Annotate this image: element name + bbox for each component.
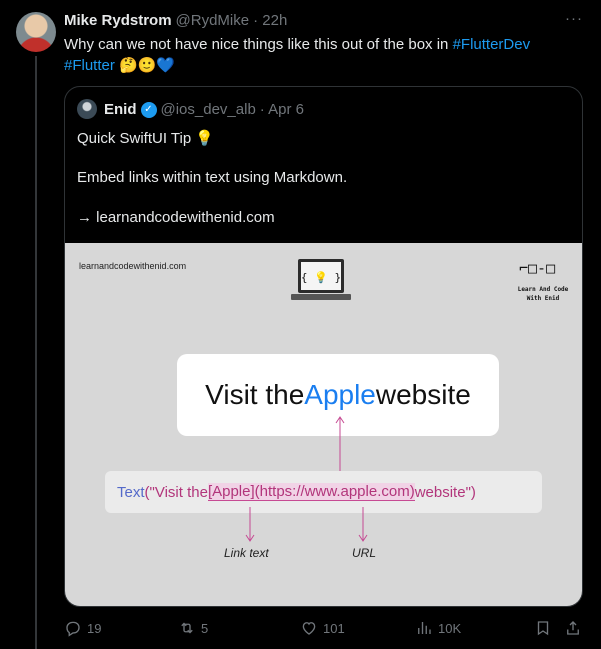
quote-author-name: Enid (104, 101, 137, 118)
tweet-text-body: Why can we not have nice things like thi… (64, 36, 453, 53)
preview-post: website (375, 379, 471, 410)
quote-media-image[interactable]: learnandcodewithenid.com { 💡 } ⌐□-□ Lear… (65, 243, 582, 606)
tweet-header: Mike Rydstrom @RydMike · 22h (64, 12, 287, 29)
repost-icon (181, 622, 193, 634)
brand-text: Learn And Code With Enid (517, 286, 569, 302)
bookmark-button[interactable] (534, 619, 552, 637)
quote-line-3: → learnandcodewithenid.com (77, 209, 275, 226)
reply-icon (66, 621, 80, 637)
laptop-icon: { 💡 } (291, 259, 351, 300)
preview-pre: Visit the (205, 379, 305, 410)
views-button[interactable]: 10K (415, 619, 461, 637)
quote-line-2: Embed links within text using Markdown. (77, 169, 348, 186)
quoted-tweet[interactable]: Enid ✓ @ios_dev_alb · Apr 6 Quick SwiftU… (64, 86, 583, 607)
heart-icon (302, 622, 316, 635)
repost-count: 5 (201, 620, 209, 636)
code-string-end: website" (414, 483, 471, 501)
quote-date: · Apr 6 (259, 101, 304, 118)
reply-button[interactable]: 19 (64, 619, 101, 637)
repost-button[interactable]: 5 (178, 619, 208, 637)
like-button[interactable]: 101 (300, 619, 345, 637)
share-button[interactable] (564, 619, 582, 637)
tweet-text: Why can we not have nice things like thi… (64, 34, 584, 76)
laptop-braces: { 💡 } (301, 271, 341, 284)
code-link-text: [Apple] (207, 483, 255, 501)
author-handle[interactable]: @RydMike (176, 12, 250, 29)
author-avatar[interactable] (16, 12, 56, 52)
views-count: 10K (438, 620, 462, 636)
quote-author-handle: @ios_dev_alb (160, 101, 256, 118)
author-name[interactable]: Mike Rydstrom (64, 12, 172, 29)
reply-count: 19 (87, 620, 102, 636)
preview-link: Apple (304, 379, 376, 410)
code-keyword: Text (117, 483, 145, 501)
like-count: 101 (323, 620, 345, 636)
quote-line-1: Quick SwiftUI Tip 💡 (77, 130, 215, 147)
share-icon (567, 621, 579, 635)
code-string-start: "Visit the (149, 483, 208, 501)
tweet-emoji: 🤔🙂💙 (119, 57, 176, 74)
action-bar: 19 5 101 10K (64, 619, 586, 639)
caption-url: URL (352, 546, 377, 560)
up-arrow-icon (335, 416, 345, 477)
down-arrow-icon (245, 507, 255, 542)
code-link-url: (https://www.apple.com) (254, 483, 415, 501)
code-close: ) (470, 483, 476, 501)
down-arrow-icon (358, 507, 368, 542)
code-snippet: Text("Visit the [Apple] (https://www.appl… (105, 471, 542, 513)
hashtag-flutterdev[interactable]: #FlutterDev (453, 36, 531, 53)
more-options-icon[interactable]: ··· (565, 10, 583, 27)
quote-author-avatar (77, 99, 97, 119)
views-chart-icon (418, 622, 431, 634)
media-site-label: learnandcodewithenid.com (79, 261, 187, 271)
caption-link-text: Link text (224, 546, 269, 560)
hashtag-flutter[interactable]: #Flutter (64, 57, 115, 74)
verified-badge-icon: ✓ (140, 101, 157, 118)
tweet-time[interactable]: · 22h (253, 12, 287, 29)
quote-header: Enid ✓ @ios_dev_alb · Apr 6 (104, 101, 304, 118)
thread-line (35, 56, 37, 649)
glasses-icon: ⌐□-□ (519, 259, 556, 277)
bookmark-icon (537, 621, 549, 636)
